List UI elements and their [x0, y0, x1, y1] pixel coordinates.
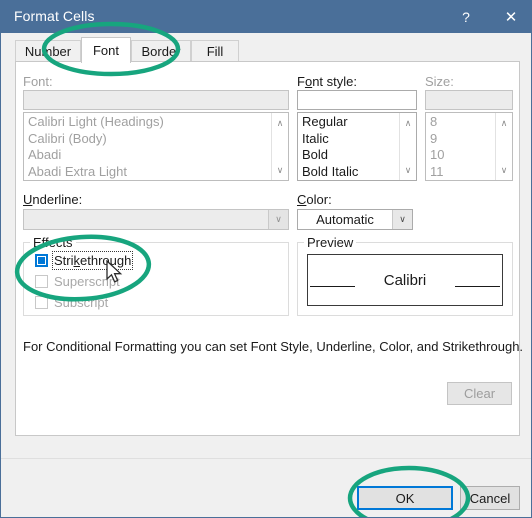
checkbox-subscript-box[interactable]	[35, 296, 48, 309]
chevron-down-icon[interactable]: ∨	[400, 162, 416, 178]
chevron-up-icon[interactable]: ∧	[400, 115, 416, 131]
color-dropdown[interactable]: Automatic ∨	[297, 209, 413, 230]
list-item[interactable]: 10	[426, 147, 495, 164]
dialog-title: Format Cells	[14, 8, 95, 24]
clear-button-label: Clear	[463, 386, 496, 401]
font-style-label-pre: F	[297, 74, 305, 89]
font-style-input[interactable]	[297, 90, 417, 110]
close-icon[interactable]: ✕	[491, 0, 531, 33]
preview-sample-text: Calibri	[383, 271, 427, 289]
ok-button-label: OK	[395, 490, 415, 506]
font-label: Font:	[23, 74, 53, 89]
list-item[interactable]: Abadi Extra Light	[24, 164, 271, 180]
list-item[interactable]: Bold Italic	[298, 164, 399, 180]
font-style-list[interactable]: Regular Italic Bold Bold Italic ∧ ∨	[297, 112, 417, 181]
checkbox-superscript-box[interactable]	[35, 275, 48, 288]
title-bar: Format Cells ? ✕	[1, 0, 531, 33]
clear-button[interactable]: Clear	[447, 382, 512, 405]
ok-button[interactable]: OK	[357, 486, 453, 510]
list-item[interactable]: Italic	[298, 131, 399, 148]
list-item[interactable]: 8	[426, 114, 495, 131]
underline-label-accel: U	[23, 192, 33, 207]
color-label-post: olor:	[306, 192, 332, 207]
font-tab-panel: Font: Calibri Light (Headings) Calibri (…	[15, 62, 524, 436]
help-button[interactable]: ?	[446, 0, 486, 33]
tab-number[interactable]: Number	[15, 40, 81, 62]
list-item[interactable]: 11	[426, 164, 495, 180]
checkbox-superscript-label: Superscript	[54, 274, 120, 289]
size-list[interactable]: 8 9 10 11 12 14 ∧ ∨	[425, 112, 513, 181]
preview-group-title: Preview	[304, 235, 357, 250]
tab-strip: Number Font Border Fill	[1, 33, 531, 63]
font-list[interactable]: Calibri Light (Headings) Calibri (Body) …	[23, 112, 289, 181]
format-cells-dialog: Format Cells ? ✕ Number Font Border Fill…	[0, 0, 532, 518]
color-value: Automatic	[316, 212, 374, 227]
chevron-down-icon[interactable]: ∨	[268, 210, 288, 229]
preview-strike-right	[455, 286, 500, 287]
chevron-up-icon[interactable]: ∧	[272, 115, 288, 131]
cancel-button[interactable]: Cancel	[460, 486, 520, 510]
checkbox-subscript[interactable]: Subscript	[35, 294, 108, 311]
underline-label-post: nderline:	[32, 192, 83, 207]
chevron-down-icon[interactable]: ∨	[272, 162, 288, 178]
color-label-accel: C	[297, 192, 307, 207]
list-item[interactable]: Abadi	[24, 147, 271, 164]
list-item[interactable]: 12	[426, 180, 495, 181]
list-item[interactable]: Calibri (Body)	[24, 131, 271, 148]
font-style-label-post: nt style:	[312, 74, 357, 89]
chevron-down-icon[interactable]: ∨	[392, 210, 412, 229]
tab-fill[interactable]: Fill	[191, 40, 239, 62]
list-item[interactable]: Calibri Light (Headings)	[24, 114, 271, 131]
list-item[interactable]: Agency FB	[24, 180, 271, 181]
size-input[interactable]	[425, 90, 513, 110]
underline-label: Underline:	[23, 192, 82, 207]
cancel-button-label: Cancel	[469, 490, 511, 506]
checkbox-subscript-label: Subscript	[54, 295, 109, 310]
conditional-formatting-note: For Conditional Formatting you can set F…	[23, 339, 524, 354]
size-label: Size:	[425, 74, 454, 89]
preview-strike-left	[310, 286, 355, 287]
tab-font[interactable]: Font	[81, 37, 131, 63]
font-name-input[interactable]	[23, 90, 289, 110]
font-style-label: Font style:	[297, 74, 357, 89]
effects-group-title: Effects	[30, 235, 76, 250]
underline-value	[24, 210, 268, 229]
tab-border[interactable]: Border	[131, 40, 191, 62]
tab-fill-label: Fill	[206, 44, 224, 59]
font-list-scrollbar[interactable]: ∧ ∨	[271, 113, 288, 180]
color-label: Color:	[297, 192, 332, 207]
font-style-list-scrollbar[interactable]: ∧ ∨	[399, 113, 416, 180]
tab-border-label: Border	[141, 44, 181, 59]
underline-dropdown[interactable]: ∨	[23, 209, 289, 230]
list-item[interactable]: 9	[426, 131, 495, 148]
preview-box: Calibri	[307, 254, 503, 306]
list-item[interactable]: Bold	[298, 147, 399, 164]
checkbox-strikethrough-label: Strikethrough	[51, 251, 134, 270]
chevron-up-icon[interactable]: ∧	[496, 115, 512, 131]
chevron-down-icon[interactable]: ∨	[496, 162, 512, 178]
size-list-scrollbar[interactable]: ∧ ∨	[495, 113, 512, 180]
tab-number-label: Number	[24, 44, 72, 59]
tab-font-label: Font	[92, 43, 119, 58]
checkbox-strikethrough[interactable]: Strikethrough	[35, 251, 134, 270]
checkbox-superscript[interactable]: Superscript	[35, 273, 120, 290]
checkbox-strikethrough-box[interactable]	[35, 254, 48, 267]
list-item[interactable]: Regular	[298, 114, 399, 131]
